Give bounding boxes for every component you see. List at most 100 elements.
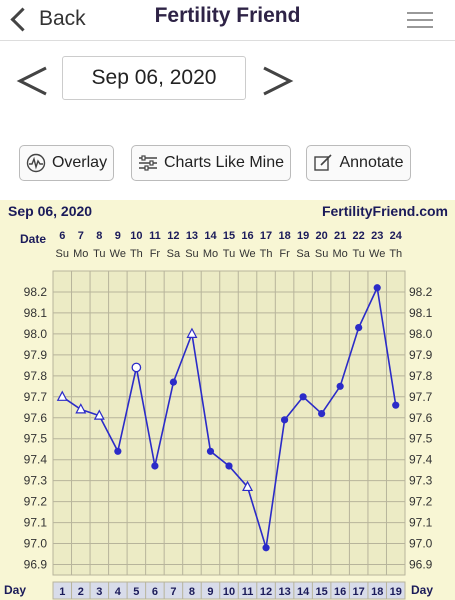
x-date-label: 13 <box>186 230 198 242</box>
x-day-label: 19 <box>390 586 402 598</box>
x-day-label: 4 <box>115 586 122 598</box>
y-tick-label-left: 97.9 <box>24 348 48 362</box>
x-day-label: 6 <box>152 586 158 598</box>
x-date-label: 16 <box>241 230 253 242</box>
x-date-label: 7 <box>78 230 84 242</box>
y-tick-label-right: 97.3 <box>409 474 433 488</box>
x-date-label: 24 <box>390 230 403 242</box>
y-tick-label-left: 97.4 <box>24 453 48 467</box>
y-tick-label-right: 98.1 <box>409 306 433 320</box>
x-day-label: 12 <box>260 586 272 598</box>
date-row-label: Date <box>20 232 47 246</box>
x-day-label: 8 <box>189 586 195 598</box>
x-date-label: 17 <box>260 230 272 242</box>
x-weekday-label: We <box>239 248 255 260</box>
x-weekday-label: Su <box>315 248 328 260</box>
site-label: FertilityFriend.com <box>321 203 448 219</box>
x-date-label: 22 <box>353 230 365 242</box>
x-day-label: 17 <box>353 586 365 598</box>
y-tick-label-left: 97.8 <box>24 369 48 383</box>
y-tick-label-left: 97.0 <box>24 537 48 551</box>
temp-point <box>355 324 363 332</box>
y-tick-label-right: 97.7 <box>409 390 433 404</box>
y-tick-label-left: 97.1 <box>24 516 48 530</box>
temp-point <box>225 462 233 470</box>
x-date-label: 9 <box>115 230 121 242</box>
y-tick-label-right: 96.9 <box>409 558 433 572</box>
y-tick-label-left: 97.2 <box>24 495 48 509</box>
x-weekday-label: Su <box>56 248 69 260</box>
x-date-label: 23 <box>371 230 383 242</box>
x-weekday-label: Mo <box>203 248 218 260</box>
x-weekday-label: We <box>369 248 385 260</box>
x-weekday-label: Su <box>185 248 198 260</box>
temp-point-open-circle <box>131 362 142 373</box>
x-weekday-label: Tu <box>93 248 105 260</box>
x-date-label: 18 <box>278 230 290 242</box>
temp-point <box>262 544 270 552</box>
x-weekday-label: Tu <box>352 248 364 260</box>
x-day-label: 18 <box>371 586 383 598</box>
day-row-label-right: Day <box>411 583 434 597</box>
x-day-label: 10 <box>223 586 235 598</box>
temp-point <box>151 462 159 470</box>
y-tick-label-left: 97.5 <box>24 432 48 446</box>
y-tick-label-left: 97.7 <box>24 390 48 404</box>
y-tick-label-right: 98.0 <box>409 327 433 341</box>
x-weekday-label: Sa <box>167 248 181 260</box>
y-tick-label-right: 97.9 <box>409 348 433 362</box>
x-date-label: 21 <box>334 230 346 242</box>
y-tick-label-left: 98.2 <box>24 285 48 299</box>
x-day-label: 5 <box>133 586 139 598</box>
y-tick-label-right: 97.6 <box>409 411 433 425</box>
x-weekday-label: We <box>110 248 126 260</box>
x-day-label: 7 <box>170 586 176 598</box>
x-date-label: 12 <box>167 230 179 242</box>
x-weekday-label: Sa <box>296 248 310 260</box>
x-day-label: 3 <box>96 586 102 598</box>
x-date-label: 15 <box>223 230 235 242</box>
x-day-label: 14 <box>297 586 310 598</box>
x-day-label: 2 <box>78 586 84 598</box>
temp-point <box>392 401 400 409</box>
plot-area <box>52 270 406 576</box>
x-day-label: 9 <box>207 586 213 598</box>
temp-point <box>206 447 215 455</box>
y-tick-label-right: 97.0 <box>409 537 433 551</box>
y-tick-label-right: 97.2 <box>409 495 433 509</box>
x-day-label: 16 <box>334 586 346 598</box>
x-day-label: 1 <box>59 586 65 598</box>
x-date-label: 20 <box>316 230 328 242</box>
y-tick-label-right: 97.1 <box>409 516 433 530</box>
x-weekday-label: Th <box>260 248 273 260</box>
x-weekday-label: Mo <box>73 248 88 260</box>
x-weekday-label: Tu <box>223 248 235 260</box>
y-tick-label-left: 98.0 <box>24 327 48 341</box>
x-date-label: 6 <box>59 230 65 242</box>
y-tick-label-left: 97.6 <box>24 411 48 425</box>
x-weekday-label: Fr <box>279 248 290 260</box>
y-tick-label-right: 98.2 <box>409 285 433 299</box>
x-day-label: 15 <box>316 586 328 598</box>
x-date-label: 10 <box>130 230 142 242</box>
x-date-label: 8 <box>96 230 102 242</box>
y-tick-label-right: 97.5 <box>409 432 433 446</box>
chart-date-label: Sep 06, 2020 <box>8 203 93 219</box>
y-tick-label-left: 96.9 <box>24 558 48 572</box>
temp-point <box>169 378 178 386</box>
y-tick-label-right: 97.4 <box>409 453 433 467</box>
temp-point <box>299 393 307 401</box>
y-tick-label-right: 97.8 <box>409 369 433 383</box>
x-weekday-label: Mo <box>333 248 348 260</box>
temp-point <box>280 416 289 424</box>
x-day-label: 13 <box>278 586 290 598</box>
y-tick-label-left: 98.1 <box>24 306 48 320</box>
temp-point <box>318 409 326 418</box>
x-date-label: 19 <box>297 230 309 242</box>
temp-point <box>114 447 122 455</box>
x-day-label: 11 <box>242 586 254 598</box>
bbt-chart: 98.2 98.2 98.1 98.1 98.0 98.0 97.9 97.9 97.8 97.8… <box>24 230 433 600</box>
day-row-label-left: Day <box>4 583 27 597</box>
x-weekday-label: Th <box>130 248 143 260</box>
x-weekday-label: Fr <box>150 248 161 260</box>
